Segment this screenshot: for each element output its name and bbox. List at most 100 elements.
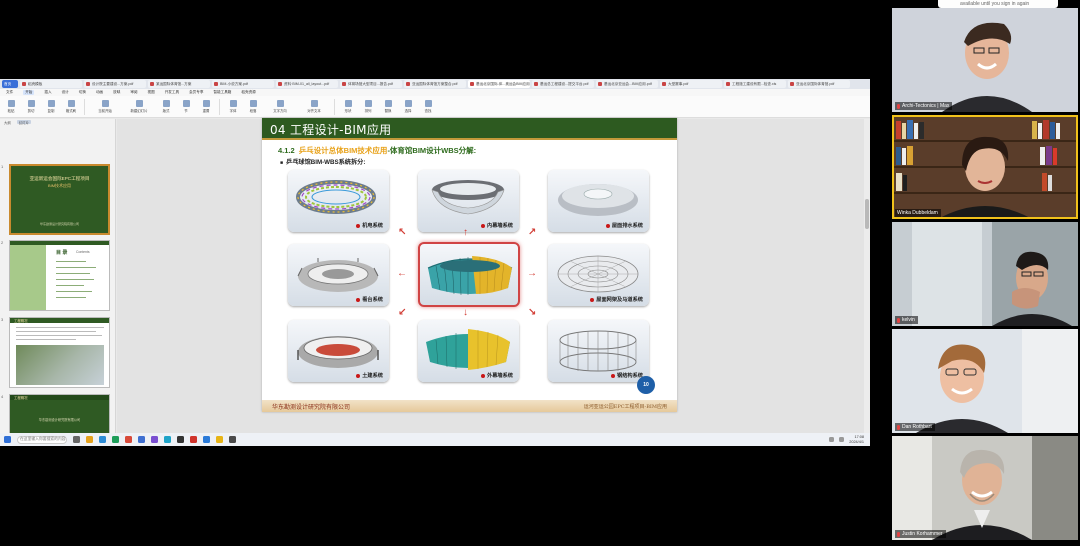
menu-item[interactable]: 智能工具箱: [213, 90, 231, 95]
panel-mep-system: 机电系统: [288, 170, 389, 232]
document-tab[interactable]: 某运国际体育馆...方案: [148, 80, 210, 88]
document-tab[interactable]: 首页: [2, 80, 18, 88]
volume-icon[interactable]: [839, 437, 845, 442]
slide-thumbnail-2[interactable]: 目 录 Contents: [9, 240, 110, 311]
vertical-scrollbar[interactable]: [864, 119, 870, 437]
ribbon-button[interactable]: 复制: [44, 100, 58, 114]
ribbon-button[interactable]: 替换: [381, 100, 395, 114]
document-tab[interactable]: BIM-小说方案.pdf: [212, 80, 274, 88]
slide-thumbnail-1[interactable]: 亚运新运会国际EPC工程项目 BIM技术应用 华东勘测设计研究院有限公司: [9, 164, 110, 235]
app-icon[interactable]: [138, 436, 145, 443]
participant-name: Justin Korhammer: [895, 530, 946, 538]
menu-item[interactable]: 设计: [62, 90, 69, 95]
document-tab[interactable]: 基运北京亚运会...BIM应用.pdf: [596, 80, 658, 88]
ribbon-button[interactable]: 查找: [421, 100, 435, 114]
document-tab[interactable]: 设计院主要建设...方案.pdf: [84, 80, 146, 88]
ribbon-button[interactable]: 段落: [246, 100, 260, 114]
app-icon[interactable]: [203, 436, 210, 443]
ribbon-button[interactable]: 文字方向: [266, 100, 294, 114]
document-tab[interactable]: 亚运国际体育馆方案整合.pdf: [404, 80, 466, 88]
app-icon[interactable]: [151, 436, 158, 443]
document-tab[interactable]: 稻壳模板: [20, 80, 82, 88]
menu-item[interactable]: 开发工具: [165, 90, 179, 95]
participant-tile-5[interactable]: Justin Korhammer: [892, 436, 1078, 540]
thumb-number: 3: [1, 317, 4, 322]
ribbon-button-label: 剪切: [27, 109, 35, 113]
menu-item[interactable]: 视图: [148, 90, 155, 95]
document-tab[interactable]: 体育场馆大型项目...报告.pdf: [340, 80, 402, 88]
edge-browser-icon[interactable]: [99, 436, 106, 443]
ribbon-button[interactable]: 选择: [401, 100, 415, 114]
file-type-icon: [662, 82, 666, 86]
document-tab[interactable]: 基运总工程建设...提交平台.pdf: [532, 80, 594, 88]
menu-item[interactable]: 文件: [6, 90, 13, 95]
menu-item[interactable]: 开始: [23, 90, 35, 95]
app-icon[interactable]: [177, 436, 184, 443]
ribbon-button[interactable]: 重置: [199, 100, 213, 114]
taskbar-search-input[interactable]: 在这里输入你要搜索的内容: [17, 435, 67, 444]
slides-tab[interactable]: 幻灯片: [16, 120, 31, 125]
wps-icon[interactable]: [125, 436, 132, 443]
app-icon[interactable]: [216, 436, 223, 443]
app-icon[interactable]: [164, 436, 171, 443]
ribbon-button[interactable]: 当前开始: [91, 100, 119, 114]
file-type-icon: [534, 82, 538, 86]
ribbon-button[interactable]: 新建幻灯片: [125, 100, 153, 114]
menu-item[interactable]: 切换: [79, 90, 86, 95]
ribbon-button[interactable]: 对齐文本: [300, 100, 328, 114]
ribbon-button[interactable]: 版式: [159, 100, 173, 114]
panel-label: 土建系统: [356, 372, 383, 379]
ribbon-button-label: 重置: [202, 109, 210, 113]
slide-thumbnail-3[interactable]: 工程概况: [9, 317, 110, 388]
menu-item[interactable]: 动画: [96, 90, 103, 95]
document-tab[interactable]: 工程施工建设有限...检查.xls: [724, 80, 786, 88]
network-icon[interactable]: [829, 437, 835, 442]
menu-item[interactable]: 审阅: [130, 90, 137, 95]
panel-stand-system: 看台系统: [288, 244, 389, 306]
menu-item[interactable]: 稻壳资源: [241, 90, 255, 95]
taskbar-clock[interactable]: 17:08 2024/4/1: [849, 435, 864, 443]
participant-tile-4[interactable]: Dan Rothbart: [892, 329, 1078, 433]
ribbon-tool-icon: [364, 100, 372, 107]
task-view-icon[interactable]: [73, 436, 80, 443]
ribbon-tool-icon: [404, 100, 412, 107]
app-icon[interactable]: [229, 436, 236, 443]
file-explorer-icon[interactable]: [86, 436, 93, 443]
section-number: 4.1.2: [278, 146, 295, 155]
menu-item[interactable]: 放映: [113, 90, 120, 95]
ribbon-button[interactable]: 形状: [341, 100, 355, 114]
thumb-title: 亚运新运会国际EPC工程项目: [29, 176, 90, 181]
outline-tab[interactable]: 大纲: [4, 120, 11, 125]
ribbon-button[interactable]: 字体: [226, 100, 240, 114]
document-tab[interactable]: 基运北京国际-体...奥运会BIM应用: [468, 80, 530, 88]
ribbon-button[interactable]: 格式刷: [64, 100, 78, 114]
windows-start-icon[interactable]: [4, 436, 11, 443]
file-type-icon: [150, 82, 154, 86]
participant-tile-1[interactable]: Archi-Tectonics | Max: [892, 8, 1078, 112]
tab-label: 基运北京国际-体...奥运会BIM应用: [476, 81, 530, 86]
wechat-icon[interactable]: [112, 436, 119, 443]
menu-item[interactable]: 插入: [44, 90, 51, 95]
document-tab[interactable]: 大型赛事.pdf: [660, 80, 722, 88]
ribbon-button[interactable]: 剪切: [24, 100, 38, 114]
menu-item[interactable]: 会员专享: [189, 90, 203, 95]
thumb-title: 工程概况: [14, 319, 28, 323]
participant-tile-2[interactable]: Winka Dubbeldam: [892, 115, 1078, 219]
muted-mic-icon: [897, 424, 900, 430]
file-type-icon: [406, 82, 410, 86]
ribbon-button[interactable]: 粘贴: [4, 100, 18, 114]
app-icon[interactable]: [190, 436, 197, 443]
ribbon-button[interactable]: 排列: [361, 100, 375, 114]
document-tab[interactable]: 资料·BIM-01_all_layout...pdf: [276, 80, 338, 88]
document-tab[interactable]: 亚运北京国际体育馆.pdf: [788, 80, 850, 88]
ribbon-button-label: 粘贴: [7, 109, 15, 113]
current-slide[interactable]: 04 工程设计-BIM应用 4.1.2 乒乓设计总体BIM技术应用-体育馆BIM设…: [262, 118, 677, 412]
bullet-text: 乒乓球馆BIM-WBS系统拆分:: [280, 157, 365, 166]
tab-label: BIM-小说方案.pdf: [220, 81, 248, 86]
tab-label: 资料·BIM-01_all_layout...pdf: [284, 81, 330, 86]
ribbon-button[interactable]: 节: [179, 100, 193, 114]
file-type-icon: [726, 82, 730, 86]
ribbon-button-label: 新建幻灯片: [130, 109, 148, 113]
slide-thumbnail-4[interactable]: 工程概况 华东勘测设计研究院有限公司: [9, 394, 110, 435]
participant-tile-3[interactable]: kelvin: [892, 222, 1078, 326]
